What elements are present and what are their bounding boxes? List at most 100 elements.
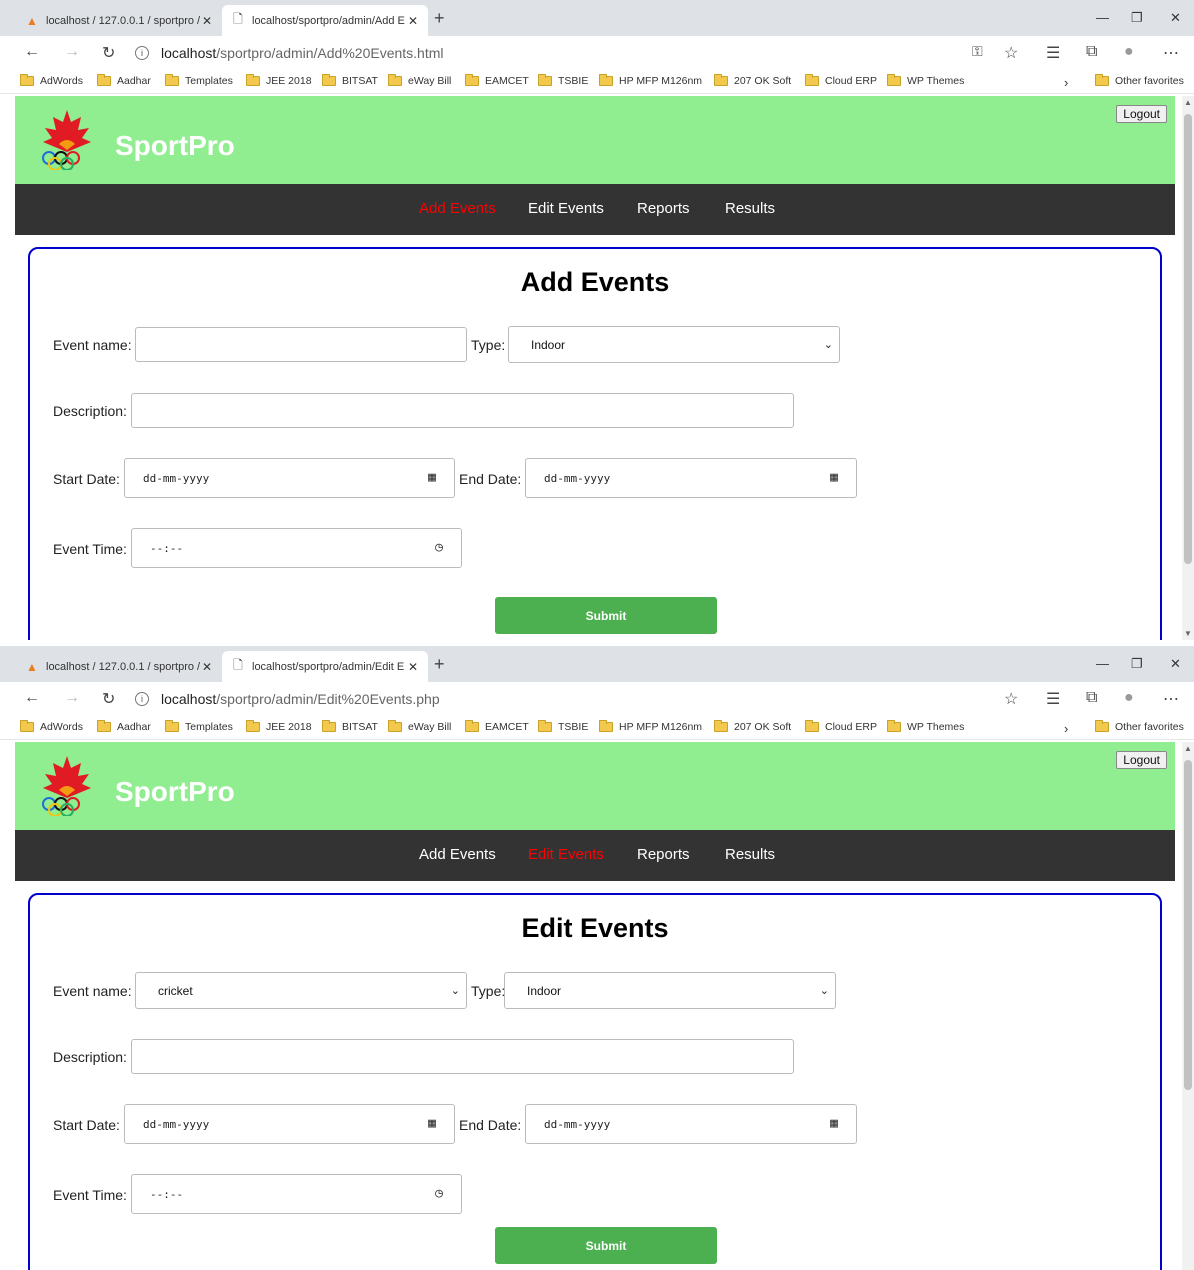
start-date-input[interactable]: dd-mm-yyyy ▦ bbox=[124, 1104, 455, 1144]
chevron-right-icon[interactable]: › bbox=[1064, 75, 1068, 90]
close-icon[interactable]: ✕ bbox=[200, 660, 214, 674]
scrollbar[interactable]: ▲ bbox=[1182, 742, 1194, 1270]
scroll-down-icon[interactable]: ▼ bbox=[1182, 629, 1194, 638]
close-window-icon[interactable]: ✕ bbox=[1170, 656, 1181, 672]
bookmark-cloud-erp[interactable]: Cloud ERP bbox=[805, 720, 877, 733]
bookmark-207[interactable]: 207 OK Soft bbox=[714, 74, 791, 87]
calendar-icon[interactable]: ▦ bbox=[830, 1116, 838, 1131]
calendar-icon[interactable]: ▦ bbox=[428, 470, 436, 485]
profile-icon[interactable]: ● bbox=[1124, 43, 1134, 61]
type-select[interactable]: Indoor ⌄ bbox=[504, 972, 836, 1009]
more-icon[interactable]: ⋯ bbox=[1163, 689, 1179, 709]
bookmark-hp[interactable]: HP MFP M126nm bbox=[599, 74, 702, 87]
address-bar[interactable]: i localhost/sportpro/admin/Edit%20Events… bbox=[135, 686, 1025, 712]
new-tab-button[interactable]: + bbox=[434, 654, 445, 675]
chevron-right-icon[interactable]: › bbox=[1064, 721, 1068, 736]
description-input[interactable] bbox=[131, 393, 794, 428]
close-icon[interactable]: ✕ bbox=[406, 14, 420, 28]
forward-icon[interactable]: → bbox=[64, 43, 80, 61]
nav-results[interactable]: Results bbox=[725, 846, 775, 863]
refresh-icon[interactable]: ↻ bbox=[102, 689, 115, 709]
star-icon[interactable]: ☆ bbox=[1004, 689, 1018, 709]
bookmark-tsbie[interactable]: TSBIE bbox=[538, 74, 588, 87]
back-icon[interactable]: ← bbox=[24, 689, 40, 707]
end-date-input[interactable]: dd-mm-yyyy ▦ bbox=[525, 458, 857, 498]
nav-add-events[interactable]: Add Events bbox=[419, 846, 496, 863]
bookmark-other-favorites[interactable]: Other favorites bbox=[1095, 74, 1184, 87]
bookmark-adwords[interactable]: AdWords bbox=[20, 720, 83, 733]
bookmark-eamcet[interactable]: EAMCET bbox=[465, 720, 529, 733]
bookmark-jee[interactable]: JEE 2018 bbox=[246, 74, 312, 87]
collections-icon[interactable]: ⧉ bbox=[1086, 43, 1097, 61]
start-date-input[interactable]: dd-mm-yyyy ▦ bbox=[124, 458, 455, 498]
logout-button[interactable]: Logout bbox=[1116, 105, 1167, 123]
description-input[interactable] bbox=[131, 1039, 794, 1074]
info-icon[interactable]: i bbox=[135, 692, 149, 706]
nav-reports[interactable]: Reports bbox=[637, 200, 690, 217]
event-time-input[interactable]: --:-- ◷ bbox=[131, 528, 462, 568]
bookmark-other-favorites[interactable]: Other favorites bbox=[1095, 720, 1184, 733]
clock-icon[interactable]: ◷ bbox=[435, 1186, 443, 1201]
key-icon[interactable]: ⚿ bbox=[972, 43, 983, 60]
clock-icon[interactable]: ◷ bbox=[435, 540, 443, 555]
bookmark-aadhar[interactable]: Aadhar bbox=[97, 74, 151, 87]
favorites-icon[interactable]: ☰ bbox=[1046, 43, 1060, 63]
submit-button[interactable]: Submit bbox=[495, 597, 717, 634]
type-select[interactable]: Indoor ⌄ bbox=[508, 326, 840, 363]
collections-icon[interactable]: ⧉ bbox=[1086, 689, 1097, 707]
star-icon[interactable]: ☆ bbox=[1004, 43, 1018, 63]
scrollbar[interactable]: ▲ ▼ bbox=[1182, 96, 1194, 640]
restore-icon[interactable]: ❐ bbox=[1131, 656, 1143, 672]
close-icon[interactable]: ✕ bbox=[406, 660, 420, 674]
calendar-icon[interactable]: ▦ bbox=[428, 1116, 436, 1131]
bookmark-adwords[interactable]: AdWords bbox=[20, 74, 83, 87]
bookmark-wp-themes[interactable]: WP Themes bbox=[887, 74, 964, 87]
info-icon[interactable]: i bbox=[135, 46, 149, 60]
submit-button[interactable]: Submit bbox=[495, 1227, 717, 1264]
bookmark-eway[interactable]: eWay Bill bbox=[388, 720, 451, 733]
bookmark-tsbie[interactable]: TSBIE bbox=[538, 720, 588, 733]
bookmark-bitsat[interactable]: BITSAT bbox=[322, 720, 378, 733]
close-window-icon[interactable]: ✕ bbox=[1170, 10, 1181, 26]
address-bar[interactable]: i localhost/sportpro/admin/Add%20Events.… bbox=[135, 40, 1025, 66]
tab-phpmyadmin[interactable]: ▲ localhost / 127.0.0.1 / sportpro / ✕ bbox=[16, 651, 222, 682]
new-tab-button[interactable]: + bbox=[434, 8, 445, 29]
event-name-select[interactable]: cricket ⌄ bbox=[135, 972, 467, 1009]
bookmark-eway[interactable]: eWay Bill bbox=[388, 74, 451, 87]
scroll-up-icon[interactable]: ▲ bbox=[1182, 98, 1194, 107]
tab-phpmyadmin[interactable]: ▲ localhost / 127.0.0.1 / sportpro / ✕ bbox=[16, 5, 222, 36]
more-icon[interactable]: ⋯ bbox=[1163, 43, 1179, 63]
refresh-icon[interactable]: ↻ bbox=[102, 43, 115, 63]
back-icon[interactable]: ← bbox=[24, 43, 40, 61]
bookmark-eamcet[interactable]: EAMCET bbox=[465, 74, 529, 87]
restore-icon[interactable]: ❐ bbox=[1131, 10, 1143, 26]
profile-icon[interactable]: ● bbox=[1124, 689, 1134, 707]
favorites-icon[interactable]: ☰ bbox=[1046, 689, 1060, 709]
bookmark-jee[interactable]: JEE 2018 bbox=[246, 720, 312, 733]
nav-edit-events[interactable]: Edit Events bbox=[528, 200, 604, 217]
bookmark-bitsat[interactable]: BITSAT bbox=[322, 74, 378, 87]
bookmark-wp-themes[interactable]: WP Themes bbox=[887, 720, 964, 733]
bookmark-templates[interactable]: Templates bbox=[165, 74, 233, 87]
bookmark-aadhar[interactable]: Aadhar bbox=[97, 720, 151, 733]
close-icon[interactable]: ✕ bbox=[200, 14, 214, 28]
bookmark-cloud-erp[interactable]: Cloud ERP bbox=[805, 74, 877, 87]
bookmark-templates[interactable]: Templates bbox=[165, 720, 233, 733]
scroll-up-icon[interactable]: ▲ bbox=[1182, 744, 1194, 753]
nav-results[interactable]: Results bbox=[725, 200, 775, 217]
event-name-input[interactable] bbox=[135, 327, 467, 362]
end-date-input[interactable]: dd-mm-yyyy ▦ bbox=[525, 1104, 857, 1144]
minimize-icon[interactable]: — bbox=[1096, 10, 1109, 25]
event-time-input[interactable]: --:-- ◷ bbox=[131, 1174, 462, 1214]
scrollbar-thumb[interactable] bbox=[1184, 114, 1192, 564]
tab-edit-events[interactable]: 🗋 localhost/sportpro/admin/Edit E ✕ bbox=[222, 651, 428, 682]
minimize-icon[interactable]: — bbox=[1096, 656, 1109, 671]
forward-icon[interactable]: → bbox=[64, 689, 80, 707]
tab-add-events[interactable]: 🗋 localhost/sportpro/admin/Add E ✕ bbox=[222, 5, 428, 36]
nav-edit-events[interactable]: Edit Events bbox=[528, 846, 604, 863]
logout-button[interactable]: Logout bbox=[1116, 751, 1167, 769]
scrollbar-thumb[interactable] bbox=[1184, 760, 1192, 1090]
nav-reports[interactable]: Reports bbox=[637, 846, 690, 863]
bookmark-207[interactable]: 207 OK Soft bbox=[714, 720, 791, 733]
nav-add-events[interactable]: Add Events bbox=[419, 200, 496, 217]
